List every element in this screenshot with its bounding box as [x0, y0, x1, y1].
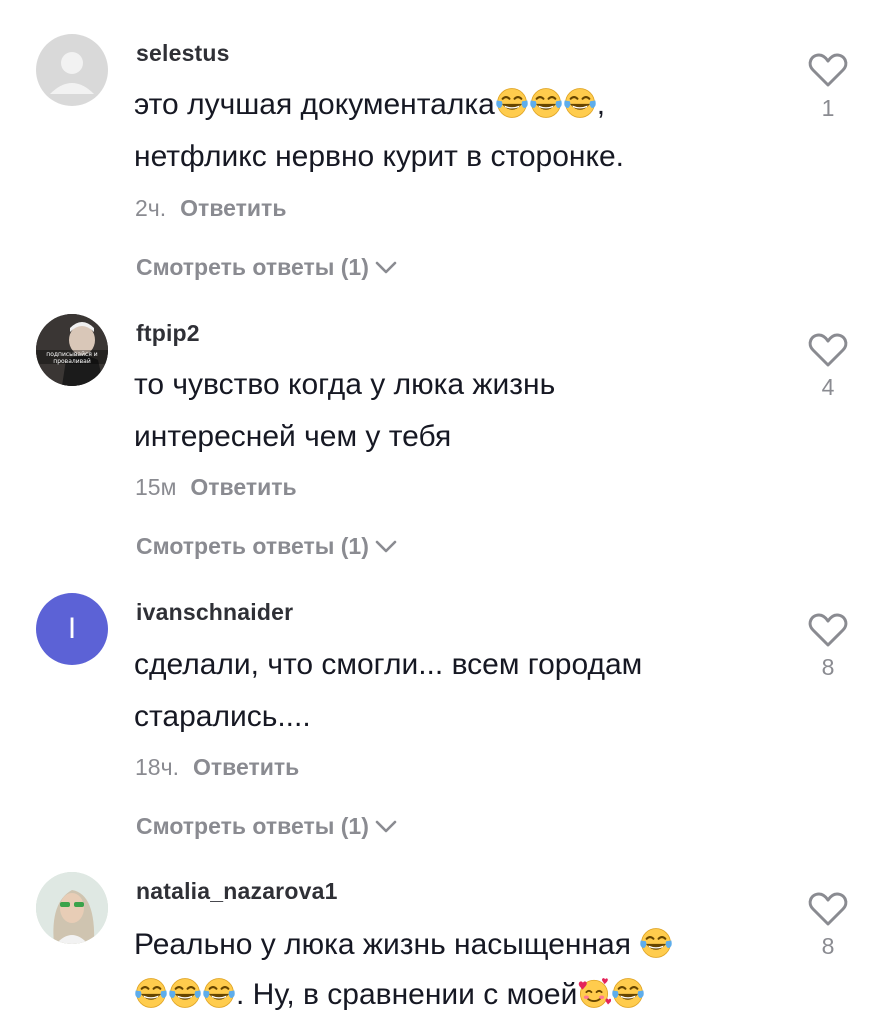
username[interactable]: natalia_nazarova1 — [136, 878, 338, 905]
photo-avatar-image — [36, 872, 108, 944]
comment-text: Реально у люка жизнь насыщенная — [134, 920, 673, 970]
comment-text-line-2: . Ну, в сравнении с моей — [134, 970, 645, 1020]
face-with-tears-of-joy-icon — [639, 926, 673, 960]
smiling-face-with-hearts-icon — [577, 976, 611, 1010]
comment-item: natalia_nazarova1 Реально у люка жизнь н… — [0, 0, 882, 1024]
comment-text-line: Реально у люка жизнь насыщенная — [134, 928, 631, 961]
face-with-tears-of-joy-icon — [202, 976, 236, 1010]
heart-outline-icon[interactable] — [808, 891, 848, 927]
face-with-tears-of-joy-icon — [611, 976, 645, 1010]
face-with-tears-of-joy-icon — [168, 976, 202, 1010]
comment-text-line: . Ну, в сравнении с моей — [236, 978, 578, 1011]
face-with-tears-of-joy-icon — [134, 976, 168, 1010]
avatar[interactable] — [36, 872, 108, 944]
like-count: 8 — [821, 933, 835, 959]
